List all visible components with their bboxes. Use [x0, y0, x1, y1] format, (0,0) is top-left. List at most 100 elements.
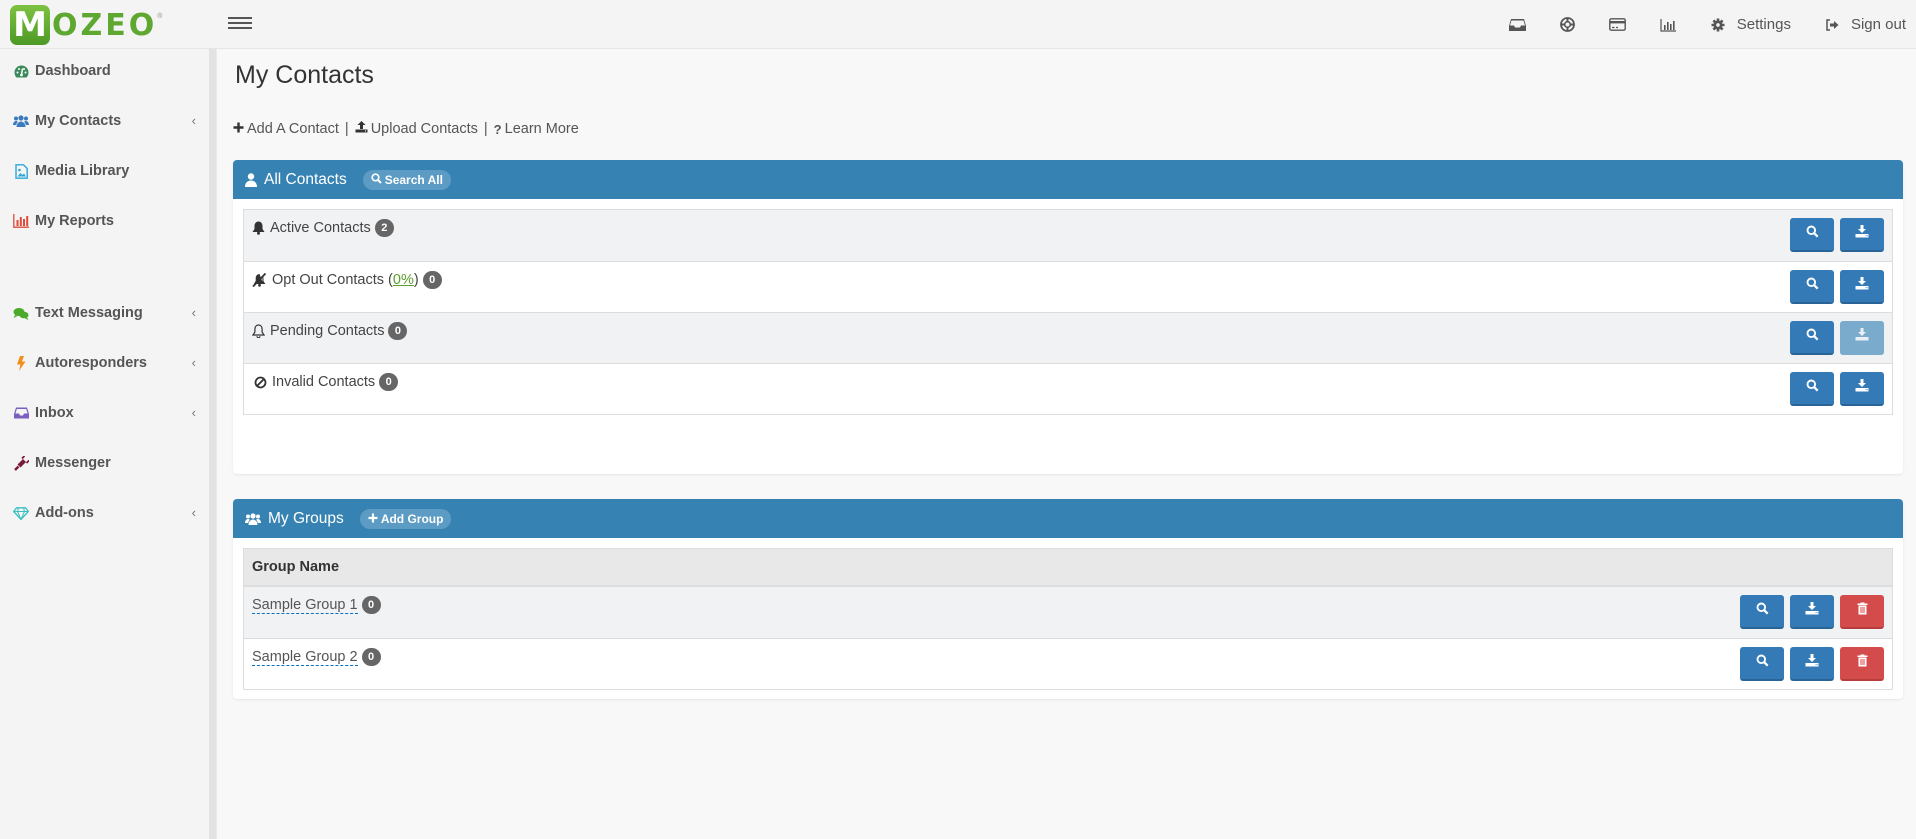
sidebar-item-dashboard[interactable]: Dashboard	[0, 51, 210, 91]
view-active-contacts-button[interactable]	[1790, 218, 1834, 252]
sidebar-item-text-messaging[interactable]: Text Messaging ‹	[0, 293, 210, 333]
support-nav-button[interactable]	[1559, 17, 1575, 32]
hamburger-line	[228, 22, 252, 24]
sidebar-item-label: Text Messaging	[35, 305, 143, 321]
dashboard-icon	[13, 63, 29, 79]
chevron-left-icon: ‹	[191, 113, 196, 128]
mozeo-logo[interactable]: M OZEO ®	[10, 5, 162, 45]
view-pending-contacts-button[interactable]	[1790, 321, 1834, 355]
inbox-icon	[13, 405, 29, 421]
credit-card-icon	[1608, 18, 1626, 31]
plus-icon	[368, 512, 378, 526]
add-contact-label: Add A Contact	[247, 121, 339, 137]
opt-out-percentage-link[interactable]: 0%	[393, 272, 414, 288]
inbox-nav-button[interactable]	[1508, 18, 1526, 32]
table-row-active-contacts: Active Contacts 2	[244, 210, 1892, 261]
question-icon: ?	[493, 121, 502, 137]
sidebar-item-my-reports[interactable]: My Reports	[0, 201, 210, 241]
plus-icon	[233, 121, 244, 137]
sidebar-item-my-contacts[interactable]: My Contacts ‹	[0, 101, 210, 141]
group-name-link[interactable]: Sample Group 2	[252, 649, 358, 666]
bolt-icon	[13, 355, 29, 371]
upload-icon	[355, 121, 368, 137]
sidebar-item-add-ons[interactable]: Add-ons ‹	[0, 493, 210, 533]
separator: |	[483, 121, 488, 137]
add-group-button[interactable]: Add Group	[359, 508, 452, 529]
menu-toggle-button[interactable]	[228, 14, 252, 34]
row-label: Invalid Contacts 0	[252, 373, 399, 391]
search-icon	[1806, 328, 1819, 346]
row-actions	[1734, 595, 1884, 629]
sidebar-item-media-library[interactable]: Media Library	[0, 151, 210, 191]
count-badge: 0	[422, 271, 442, 289]
count-badge: 0	[361, 596, 381, 614]
logo-text: OZEO	[52, 7, 158, 43]
download-group-button[interactable]	[1790, 595, 1834, 629]
download-active-contacts-button[interactable]	[1840, 218, 1884, 252]
life-ring-icon	[1559, 17, 1575, 32]
learn-more-link[interactable]: ? Learn More	[494, 121, 579, 137]
row-actions	[1784, 218, 1884, 252]
row-label: Sample Group 2 0	[252, 648, 381, 666]
settings-nav-button[interactable]: Settings	[1711, 16, 1791, 33]
sidebar-item-label: My Reports	[35, 213, 114, 229]
table-row-group: Sample Group 1 0	[244, 587, 1892, 638]
sidebar-item-inbox[interactable]: Inbox ‹	[0, 393, 210, 433]
row-label: Active Contacts 2	[252, 219, 394, 237]
delete-group-button[interactable]	[1840, 595, 1884, 629]
table-row-group: Sample Group 2 0	[244, 638, 1892, 689]
view-group-button[interactable]	[1740, 595, 1784, 629]
download-opt-out-contacts-button[interactable]	[1840, 270, 1884, 304]
sign-out-label: Sign out	[1850, 16, 1906, 33]
sidebar-item-label: My Contacts	[35, 113, 122, 129]
ban-icon	[254, 376, 267, 389]
upload-contacts-label: Upload Contacts	[370, 121, 478, 137]
download-group-button[interactable]	[1790, 647, 1834, 681]
view-invalid-contacts-button[interactable]	[1790, 372, 1834, 406]
upload-contacts-link[interactable]: Upload Contacts	[355, 121, 478, 137]
reports-nav-button[interactable]	[1660, 18, 1677, 32]
download-icon	[1805, 602, 1819, 620]
gear-icon	[1711, 18, 1725, 32]
view-opt-out-contacts-button[interactable]	[1790, 270, 1834, 304]
contacts-table: Active Contacts 2 Opt Out Contacts (0% …	[243, 209, 1893, 415]
users-icon	[13, 113, 29, 129]
sidebar-scrollbar[interactable]	[209, 49, 217, 839]
download-pending-contacts-button[interactable]	[1840, 321, 1884, 355]
row-actions	[1784, 270, 1884, 304]
sidebar: Dashboard My Contacts ‹ Media Library My…	[0, 49, 210, 839]
inbox-icon	[1508, 18, 1526, 32]
group-name-link[interactable]: Sample Group 1	[252, 597, 358, 614]
download-icon	[1855, 225, 1869, 243]
row-label: Opt Out Contacts (0%) 0	[252, 271, 442, 289]
search-all-button[interactable]: Search All	[362, 169, 451, 190]
sign-out-button[interactable]: Sign out	[1825, 16, 1906, 33]
logo-mark: M	[10, 5, 50, 45]
row-actions	[1734, 647, 1884, 681]
download-icon	[1855, 277, 1869, 295]
top-navbar: M OZEO ® Settings Sign out	[0, 0, 1916, 49]
delete-group-button[interactable]	[1840, 647, 1884, 681]
table-row-invalid-contacts: Invalid Contacts 0	[244, 363, 1892, 414]
download-icon	[1855, 379, 1869, 397]
my-groups-panel: My Groups Add Group Group Name Sample Gr…	[233, 499, 1903, 699]
column-header-group-name[interactable]: Group Name	[252, 559, 339, 575]
billing-nav-button[interactable]	[1608, 18, 1626, 31]
bell-slash-icon	[252, 273, 267, 287]
sidebar-item-label: Media Library	[35, 163, 130, 179]
bell-icon	[252, 221, 265, 235]
row-title: Active Contacts	[270, 220, 371, 236]
download-invalid-contacts-button[interactable]	[1840, 372, 1884, 406]
groups-table: Group Name Sample Group 1 0 Sample Group…	[243, 548, 1893, 690]
sidebar-item-autoresponders[interactable]: Autoresponders ‹	[0, 343, 210, 383]
user-icon	[245, 172, 257, 187]
view-group-button[interactable]	[1740, 647, 1784, 681]
add-contact-link[interactable]: Add A Contact	[233, 121, 339, 137]
sidebar-item-messenger[interactable]: Messenger	[0, 443, 210, 483]
row-label: Sample Group 1 0	[252, 596, 381, 614]
count-badge: 0	[379, 373, 399, 391]
sign-out-icon	[1825, 18, 1839, 31]
download-icon	[1805, 654, 1819, 672]
table-row-opt-out-contacts: Opt Out Contacts (0%) 0	[244, 261, 1892, 312]
bar-chart-icon	[13, 213, 29, 229]
